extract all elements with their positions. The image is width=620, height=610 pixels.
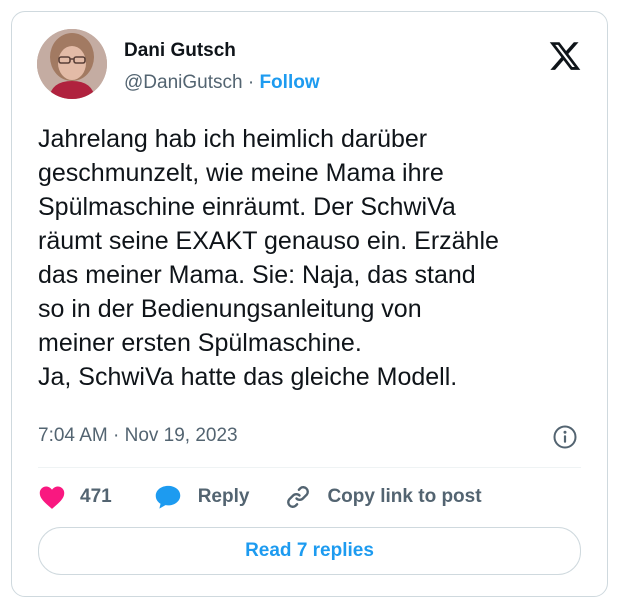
follow-button[interactable]: Follow (259, 72, 319, 93)
divider (38, 467, 581, 468)
reply-button[interactable]: Reply (154, 484, 250, 510)
tweet-text: Jahrelang hab ich heimlich darüber gesch… (38, 125, 499, 391)
tweet-card: Dani Gutsch @DaniGutsch · Follow Jahrela… (11, 11, 608, 597)
speech-bubble-icon (155, 485, 180, 509)
author-handle-row: @DaniGutsch · Follow (124, 72, 320, 94)
copy-link-label: Copy link to post (327, 486, 482, 507)
heart-icon (39, 486, 65, 509)
reply-label: Reply (197, 486, 250, 507)
x-logo-icon[interactable] (548, 39, 582, 73)
separator-dot: · (247, 72, 255, 93)
copy-link-button[interactable]: Copy link to post (285, 484, 482, 510)
timestamp[interactable]: 7:04 AM · Nov 19, 2023 (38, 425, 238, 447)
read-replies-label: Read 7 replies (245, 540, 374, 561)
like-count: 471 (80, 486, 112, 507)
author-handle[interactable]: @DaniGutsch (124, 72, 243, 93)
like-button[interactable]: 471 (38, 484, 112, 510)
link-icon (287, 486, 310, 508)
avatar[interactable] (37, 29, 107, 99)
info-icon[interactable] (552, 424, 578, 450)
avatar-photo (37, 29, 107, 99)
read-replies-button[interactable]: Read 7 replies (38, 527, 581, 575)
author-name[interactable]: Dani Gutsch (124, 40, 236, 62)
action-bar: 471 Reply Copy link to post (38, 482, 482, 512)
